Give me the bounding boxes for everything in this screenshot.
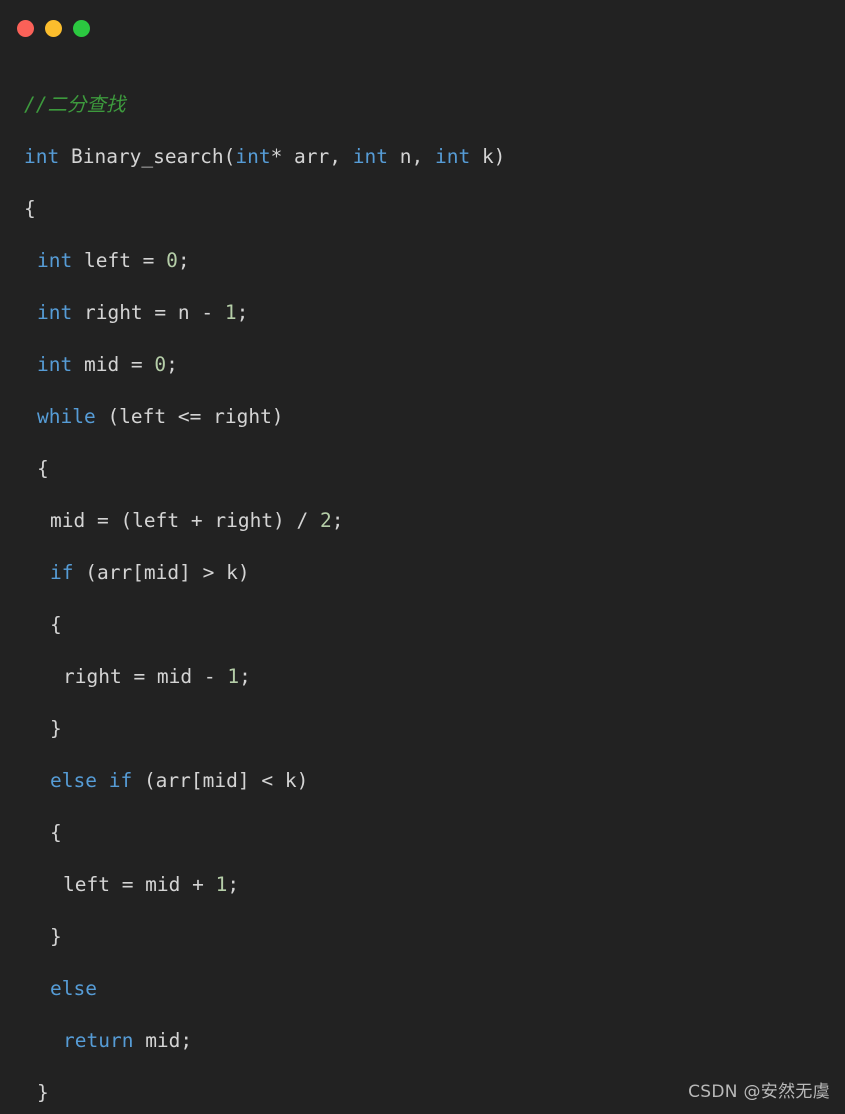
code-token-id: { [37,457,49,480]
code-token-id: mid = (left + right) / [50,509,321,532]
code-token-kw: int [352,145,388,168]
window-titlebar [0,0,845,57]
code-token-kw: while [37,405,96,428]
code-token-kw: return [63,1029,134,1052]
csdn-watermark: CSDN @安然无虞 [688,1082,830,1102]
code-line: //二分查找 [0,79,845,131]
code-token-id: { [50,821,62,844]
code-line: return mid; [0,1015,845,1067]
code-token-id: } [37,1081,49,1104]
code-token-id: (arr[mid] > k) [73,561,250,584]
code-token-id: (left <= right) [95,405,284,428]
code-token-kw: if [50,561,74,584]
code-token-id: right = n - [72,301,225,324]
code-token-id: { [50,613,62,636]
code-token-num: 0 [166,249,178,272]
code-line: { [0,443,845,495]
code-token-id: ; [239,665,251,688]
code-token-kw: if [108,769,133,792]
code-token-id: mid = [72,353,155,376]
code-token-id: left = [72,249,167,272]
code-token-kw: else [50,769,97,792]
code-token-kw: int [235,145,271,168]
code-token-num: 1 [215,873,228,896]
code-token-id: } [50,717,62,740]
code-token-id: ; [177,249,190,272]
code-line: } [0,703,845,755]
code-line: int Binary_search(int* arr, int n, int k… [0,131,845,183]
code-line: right = mid - 1; [0,651,845,703]
code-line: else [0,963,845,1015]
code-token-id: mid; [133,1029,193,1052]
code-token-num: 1 [227,665,240,688]
code-token-kw: int [37,249,73,272]
code-token-id: ; [331,509,344,532]
code-line: if (arr[mid] > k) [0,547,845,599]
code-line: int right = n - 1; [0,287,845,339]
code-token-id [97,769,109,792]
code-token-cmt: //二分查找 [24,93,126,116]
code-line: mid = (left + right) / 2; [0,495,845,547]
code-token-id: right = mid - [63,665,228,688]
minimize-button[interactable] [45,20,62,37]
code-screenshot-window: //二分查找 int Binary_search(int* arr, int n,… [0,0,845,1114]
code-token-id: } [50,925,62,948]
code-block[interactable]: //二分查找 int Binary_search(int* arr, int n,… [0,57,845,1114]
code-token-id: k) [470,145,506,168]
code-token-id: ; [236,301,249,324]
code-token-id: * arr, [270,145,353,168]
code-line: { [0,599,845,651]
code-token-kw: int [434,145,471,168]
code-token-kw: int [37,301,73,324]
code-line: else if (arr[mid] < k) [0,755,845,807]
code-token-id: ; [227,873,240,896]
code-line: { [0,807,845,859]
code-token-num: 2 [320,509,332,532]
code-token-id: (arr[mid] < k) [132,769,309,792]
code-line: while (left <= right) [0,391,845,443]
code-token-id: { [24,197,36,220]
code-line: left = mid + 1; [0,859,845,911]
code-token-num: 0 [154,353,167,376]
code-token-num: 1 [224,301,237,324]
code-token-id: Binary_search( [59,145,236,168]
code-line: int mid = 0; [0,339,845,391]
code-line: { [0,183,845,235]
code-token-kw: else [50,977,97,1000]
code-token-id: ; [166,353,178,376]
close-button[interactable] [17,20,34,37]
code-line: int left = 0; [0,235,845,287]
code-token-kw: int [37,353,73,376]
code-token-id: left = mid + [63,873,216,896]
maximize-button[interactable] [73,20,90,37]
code-token-id: n, [388,145,435,168]
code-token-kw: int [24,145,60,168]
code-line: } [0,911,845,963]
